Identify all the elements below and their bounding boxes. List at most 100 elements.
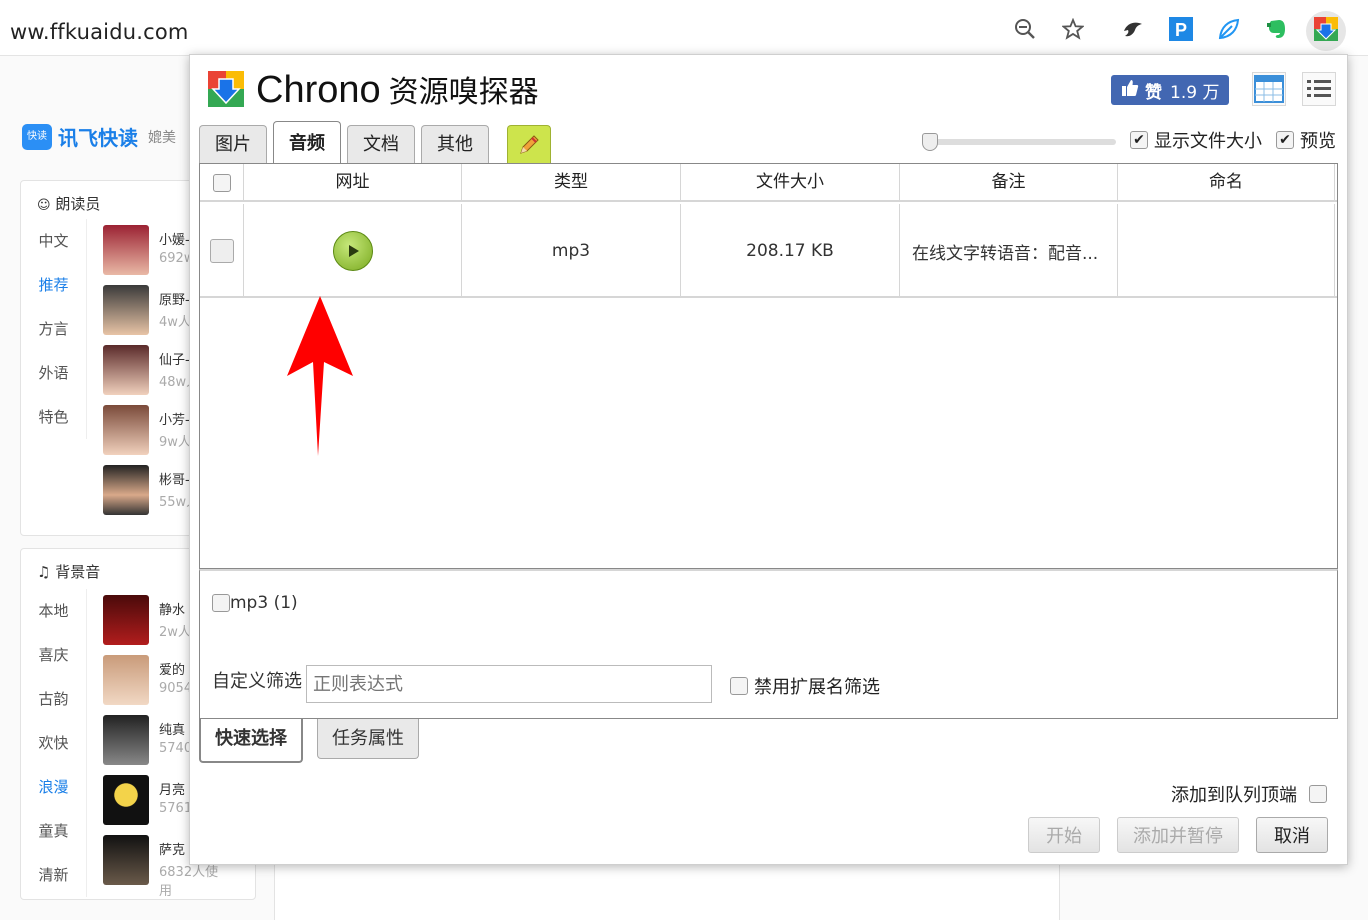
filter-panel: mp3 (1) 自定义筛选 禁用扩展名筛选 [199,569,1338,719]
table-header: 网址 类型 文件大小 备注 命名 [200,164,1337,202]
voice-avatar [103,405,149,455]
star-icon[interactable] [1060,16,1086,42]
track-cover [103,595,149,645]
reader-category[interactable]: 方言 [21,307,86,351]
tab-task-properties[interactable]: 任务属性 [317,719,419,759]
music-category[interactable]: 清新 [21,853,86,897]
track-cover [103,655,149,705]
checkbox-checked[interactable]: ✔ [1130,131,1148,149]
music-category-active[interactable]: 浪漫 [21,765,86,809]
col-size[interactable]: 文件大小 [681,164,900,202]
content-card [274,856,1060,920]
row-checkbox[interactable] [209,239,234,263]
tab-audio[interactable]: 音频 [273,121,341,163]
tab-other[interactable]: 其他 [421,125,489,163]
url-cell [244,204,462,298]
edit-tab-button[interactable] [507,125,551,163]
checkbox[interactable] [730,677,748,695]
person-icon: ☺ [37,198,51,213]
track-name: 月亮 [159,783,186,798]
type-cell: mp3 [462,204,681,298]
voice-name: 仙子- [159,353,190,368]
reader-category[interactable]: 特色 [21,395,86,439]
type-filter-label: mp3 (1) [230,593,298,613]
play-icon [348,245,359,257]
resource-tabs: 图片 音频 文档 其他 [199,121,557,163]
evernote-icon[interactable] [1264,16,1290,42]
play-button[interactable] [332,231,373,271]
reader-category[interactable]: 中文 [21,219,86,263]
voice-name: 原野- [159,293,190,308]
music-category[interactable]: 童真 [21,809,86,853]
size-cell: 208.17 KB [681,204,900,298]
track-name: 爱的 [159,663,186,678]
type-filter-checkbox[interactable]: mp3 (1) [212,593,298,613]
queue-top-label: 添加到队列顶端 [1171,785,1297,806]
chrono-extension-icon[interactable] [1313,16,1339,42]
queue-top-checkbox[interactable]: 添加到队列顶端 [1171,781,1327,807]
regex-input[interactable] [306,665,712,703]
resource-table: 网址 类型 文件大小 备注 命名 mp3 208.17 KB 在线文字转语音：配… [199,163,1338,569]
readers-panel-title: ☺ 朗读员 [37,195,101,213]
disable-ext-filter-checkbox[interactable]: 禁用扩展名筛选 [730,673,880,699]
like-button[interactable]: 赞 1.9 万 [1111,75,1230,105]
col-name[interactable]: 命名 [1118,164,1335,202]
table-row[interactable]: mp3 208.17 KB 在线文字转语音：配音... [200,204,1337,298]
voice-avatar [103,345,149,395]
bird-extension-icon[interactable] [1120,16,1146,42]
reader-category-active[interactable]: 推荐 [21,263,86,307]
tab-quick-select[interactable]: 快速选择 [199,719,303,763]
url-text[interactable]: ww.ffkuaidu.com [10,20,189,44]
add-pause-button[interactable]: 添加并暂停 [1117,817,1239,853]
col-note[interactable]: 备注 [900,164,1118,202]
voice-count: 9w人 [159,435,191,450]
track-count: 2w人 [159,625,191,640]
checkbox[interactable] [212,594,230,612]
show-size-checkbox[interactable]: ✔ 显示文件大小 [1130,127,1262,153]
table-view-icon [1254,75,1284,103]
voice-avatar [103,225,149,275]
name-cell[interactable] [1118,204,1335,298]
list-view-icon [1307,80,1331,97]
reader-category[interactable]: 外语 [21,351,86,395]
track-cover [103,835,149,885]
tab-images[interactable]: 图片 [199,125,267,163]
site-logo[interactable]: 快读 讯飞快读 媲美 [22,122,176,151]
music-category[interactable]: 喜庆 [21,633,86,677]
col-type[interactable]: 类型 [462,164,681,202]
music-category[interactable]: 本地 [21,589,86,633]
cancel-button[interactable]: 取消 [1256,817,1328,853]
chrono-logo-icon [208,71,244,107]
voice-name: 小芳- [159,413,190,428]
music-category[interactable]: 欢快 [21,721,86,765]
track-name: 萨克 [159,843,186,858]
start-button[interactable]: 开始 [1028,817,1100,853]
music-category[interactable]: 古韵 [21,677,86,721]
disable-ext-label: 禁用扩展名筛选 [754,677,880,698]
p-extension-icon[interactable]: P [1168,16,1194,42]
bottom-tabs: 快速选择 任务属性 [199,719,433,763]
custom-filter-label: 自定义筛选 [212,671,302,692]
checkbox-checked[interactable]: ✔ [1276,131,1294,149]
logo-tagline: 媲美 [148,129,176,146]
chrono-popup: Chrono 资源嗅探器 赞 1.9 万 图片 音频 文档 其他 ✔ 显示文件大小… [189,54,1348,865]
tab-documents[interactable]: 文档 [347,125,415,163]
size-slider[interactable] [922,133,1116,151]
preview-label: 预览 [1300,131,1336,152]
logo-name: 讯飞快读 [58,126,138,150]
slider-thumb[interactable] [922,133,938,151]
checkbox[interactable] [1309,785,1327,803]
list-view-button[interactable] [1302,72,1336,106]
track-name: 静水 [159,603,186,618]
track-cover [103,715,149,765]
voice-avatar [103,285,149,335]
track-count: 6832人使用 [159,865,219,899]
music-categories: 本地 喜庆 古韵 欢快 浪漫 童真 清新 [21,589,87,897]
like-count: 1.9 万 [1170,82,1220,103]
preview-checkbox[interactable]: ✔ 预览 [1276,127,1336,153]
select-all-checkbox[interactable] [212,174,231,192]
table-view-button[interactable] [1252,72,1286,106]
zoom-out-icon[interactable] [1012,16,1038,42]
col-url[interactable]: 网址 [244,164,462,202]
leaf-extension-icon[interactable] [1216,16,1242,42]
